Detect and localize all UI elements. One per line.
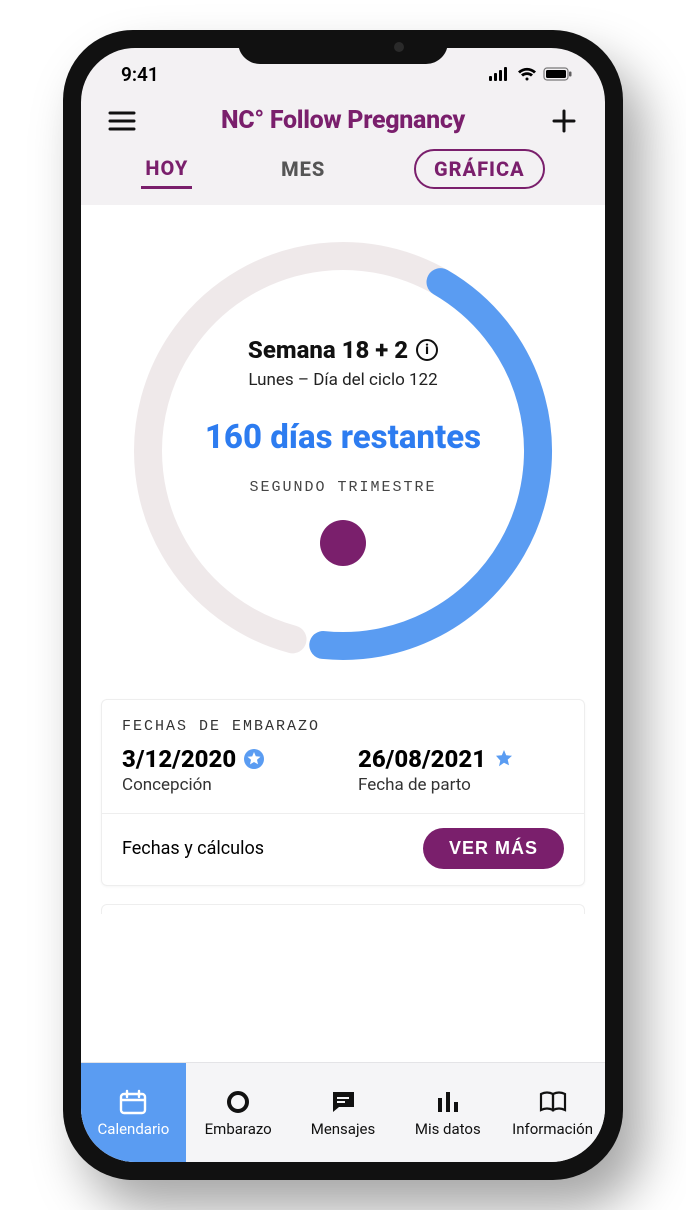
- cycle-day-text: Lunes – Día del ciclo 122: [248, 370, 437, 390]
- add-entry-button[interactable]: [320, 520, 366, 566]
- card-divider: [102, 813, 584, 814]
- bottom-tab-bar: Calendario Embarazo Mensajes Mis datos: [81, 1062, 605, 1162]
- book-icon: [538, 1088, 568, 1116]
- plus-icon: [123, 231, 145, 253]
- conception-value: 3/12/2020: [122, 745, 236, 773]
- due-label: Fecha de parto: [358, 775, 564, 795]
- app-header: NC° Follow Pregnancy: [81, 100, 605, 145]
- device-notch: [238, 30, 448, 64]
- conception-date: 3/12/2020: [122, 745, 328, 773]
- footer-text: Fechas y cálculos: [122, 838, 264, 859]
- tabbar-info-label: Información: [512, 1120, 593, 1138]
- main-content: Semana 18 + 2 i Lunes – Día del ciclo 12…: [81, 205, 605, 1062]
- week-text: Semana 18 + 2: [248, 336, 408, 364]
- info-icon[interactable]: i: [416, 339, 438, 361]
- screen: 9:41 NC° Follow Pregnancy: [81, 48, 605, 1162]
- dates-row: 3/12/2020 Concepción 26/08/2021: [122, 745, 564, 795]
- tab-chart[interactable]: GRÁFICA: [414, 149, 545, 189]
- pregnancy-dates-card: FECHAS DE EMBARAZO 3/12/2020 Concepción: [101, 699, 585, 886]
- tab-today[interactable]: HOY: [141, 150, 192, 189]
- tabbar-pregnancy[interactable]: Embarazo: [186, 1063, 291, 1162]
- card-title: FECHAS DE EMBARAZO: [122, 718, 564, 735]
- star-badge-icon: [244, 749, 264, 769]
- tabbar-mydata[interactable]: Mis datos: [395, 1063, 500, 1162]
- wifi-icon: [517, 63, 537, 86]
- see-more-button[interactable]: VER MÁS: [423, 828, 564, 869]
- tabbar-pregnancy-label: Embarazo: [205, 1120, 272, 1138]
- week-line: Semana 18 + 2 i: [248, 336, 438, 364]
- status-time: 9:41: [121, 63, 159, 86]
- bars-icon: [435, 1088, 461, 1116]
- calendar-icon: [119, 1088, 147, 1116]
- due-value: 26/08/2021: [358, 745, 486, 773]
- progress-ring: Semana 18 + 2 i Lunes – Día del ciclo 12…: [123, 231, 563, 671]
- view-tabs: HOY MES GRÁFICA: [81, 145, 605, 205]
- due-column: 26/08/2021 Fecha de parto: [358, 745, 564, 795]
- plus-icon: [551, 108, 577, 134]
- phone-frame: 9:41 NC° Follow Pregnancy: [63, 30, 623, 1180]
- app-title: NC° Follow Pregnancy: [221, 106, 465, 135]
- header-add-button[interactable]: [547, 108, 581, 134]
- tabbar-calendar[interactable]: Calendario: [81, 1063, 186, 1162]
- battery-icon: [543, 63, 573, 86]
- circle-icon: [225, 1088, 251, 1116]
- tab-month[interactable]: MES: [277, 151, 329, 187]
- tabbar-calendar-label: Calendario: [98, 1120, 170, 1138]
- trimester-label: SEGUNDO TRIMESTRE: [249, 479, 436, 496]
- ring-center: Semana 18 + 2 i Lunes – Día del ciclo 12…: [123, 231, 563, 671]
- status-right: [489, 63, 573, 86]
- days-remaining: 160 días restantes: [205, 418, 481, 457]
- star-icon: [494, 749, 514, 769]
- conception-label: Concepción: [122, 775, 328, 795]
- conception-column: 3/12/2020 Concepción: [122, 745, 328, 795]
- hamburger-icon: [108, 110, 136, 132]
- tabbar-messages-label: Mensajes: [311, 1120, 376, 1138]
- tabbar-messages[interactable]: Mensajes: [291, 1063, 396, 1162]
- tabbar-mydata-label: Mis datos: [415, 1120, 481, 1138]
- card-footer: Fechas y cálculos VER MÁS: [122, 828, 564, 869]
- menu-button[interactable]: [105, 110, 139, 132]
- next-card-peek: [101, 904, 585, 914]
- cellular-icon: [489, 63, 511, 86]
- tabbar-info[interactable]: Información: [500, 1063, 605, 1162]
- chat-icon: [329, 1088, 357, 1116]
- due-date: 26/08/2021: [358, 745, 564, 773]
